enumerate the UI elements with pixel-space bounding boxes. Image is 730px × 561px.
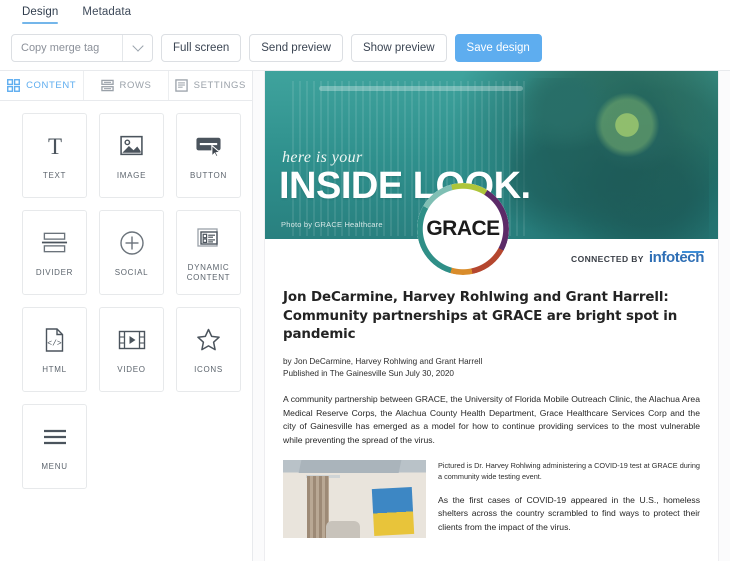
svg-text:T: T [47, 134, 61, 159]
panel-tab-bar: CONTENT ROWS SETTINGS [0, 71, 252, 101]
tile-text[interactable]: T TEXT [22, 113, 87, 198]
tile-image[interactable]: IMAGE [99, 113, 164, 198]
show-preview-button[interactable]: Show preview [350, 34, 447, 62]
connected-by-infotech: CONNECTED BY infotech [571, 249, 704, 266]
article-byline-published: Published in The Gainesville Sun July 30… [283, 368, 454, 378]
content-sidebar: CONTENT ROWS SETTINGS T TEXT IMAGE BUTTO… [0, 71, 253, 561]
save-design-button[interactable]: Save design [454, 34, 542, 62]
menu-hamburger-icon [42, 422, 68, 452]
hero-photo-credit: Photo by GRACE Healthcare [281, 220, 383, 229]
tile-menu[interactable]: MENU [22, 404, 87, 489]
tab-metadata-label: Metadata [82, 6, 132, 18]
settings-panel-icon [174, 79, 188, 92]
copy-merge-tag-select[interactable]: Copy merge tag [11, 34, 153, 62]
content-tile-grid: T TEXT IMAGE BUTTON DIVIDER SOCIAL DYNAM… [0, 101, 252, 561]
article-paragraph-2: As the first cases of COVID-19 appeared … [438, 494, 700, 533]
tile-video-label: VIDEO [117, 364, 146, 374]
connected-by-label: CONNECTED BY [571, 254, 644, 264]
social-plus-icon [119, 228, 145, 258]
tab-design-label: Design [22, 6, 59, 18]
grace-logo: GRACE [417, 183, 509, 275]
article-paragraph-1: A community partnership between GRACE, t… [283, 394, 700, 445]
tile-text-label: TEXT [42, 170, 67, 180]
figure-poster [371, 487, 415, 537]
tile-button[interactable]: BUTTON [176, 113, 241, 198]
tile-dynamic-content[interactable]: DYNAMIC CONTENT [176, 210, 241, 295]
logo-row: GRACE CONNECTED BY infotech [265, 183, 718, 281]
panel-tab-content-label: CONTENT [26, 80, 77, 91]
figure-ceiling [298, 460, 402, 474]
html-code-icon: </> [43, 325, 66, 355]
article-figure-photo [283, 460, 426, 539]
article-headline: Jon DeCarmine, Harvey Rohlwing and Grant… [283, 290, 678, 342]
main-area: CONTENT ROWS SETTINGS T TEXT IMAGE BUTTO… [0, 70, 730, 561]
svg-text:</>: </> [47, 339, 62, 348]
tile-divider-label: DIVIDER [35, 267, 74, 277]
tab-metadata[interactable]: Metadata [82, 6, 131, 24]
tile-html[interactable]: </> HTML [22, 307, 87, 392]
article-byline-author: by Jon DeCarmine, Harvey Rohlwing and Gr… [283, 356, 483, 366]
dynamic-content-icon [196, 223, 222, 253]
button-icon [195, 131, 222, 161]
panel-tab-content[interactable]: CONTENT [0, 71, 85, 100]
text-icon: T [42, 131, 68, 161]
panel-tab-settings-label: SETTINGS [193, 80, 246, 91]
email-preview-canvas[interactable]: here is your INSIDE LOOK. Photo by GRACE… [253, 71, 730, 561]
rows-icon [100, 79, 114, 92]
toolbar: Copy merge tag Full screen Send preview … [0, 27, 730, 70]
grid-icon [7, 79, 21, 92]
hero-curtain-rod [319, 86, 524, 92]
panel-tab-rows[interactable]: ROWS [84, 71, 169, 100]
chevron-down-icon[interactable] [122, 35, 152, 61]
top-tab-bar: Design Metadata [0, 0, 730, 27]
infotech-logo: infotech [649, 249, 705, 266]
full-screen-button[interactable]: Full screen [161, 34, 242, 62]
tile-video[interactable]: VIDEO [99, 307, 164, 392]
article-byline: by Jon DeCarmine, Harvey Rohlwing and Gr… [283, 356, 700, 381]
copy-merge-tag-value: Copy merge tag [21, 42, 100, 54]
article-figure-caption: Pictured is Dr. Harvey Rohlwing administ… [438, 461, 700, 482]
tile-icons[interactable]: ICONS [176, 307, 241, 392]
panel-tab-settings[interactable]: SETTINGS [168, 71, 252, 100]
article-figure-block: Pictured is Dr. Harvey Rohlwing administ… [283, 460, 700, 539]
divider-icon [41, 228, 68, 258]
tile-social[interactable]: SOCIAL [99, 210, 164, 295]
star-icon [195, 325, 222, 355]
tile-social-label: SOCIAL [114, 267, 149, 277]
grace-logo-text: GRACE [426, 217, 500, 240]
send-preview-button[interactable]: Send preview [249, 34, 343, 62]
article-figure-text: Pictured is Dr. Harvey Rohlwing administ… [438, 460, 700, 538]
tile-html-label: HTML [42, 364, 67, 374]
tile-divider[interactable]: DIVIDER [22, 210, 87, 295]
image-icon [119, 131, 144, 161]
article-body: Jon DeCarmine, Harvey Rohlwing and Grant… [265, 289, 718, 539]
tile-menu-label: MENU [41, 461, 68, 471]
tile-button-label: BUTTON [190, 170, 227, 180]
tile-image-label: IMAGE [116, 170, 147, 180]
video-icon [118, 325, 146, 355]
infotech-underline [682, 251, 704, 253]
email-preview-page: here is your INSIDE LOOK. Photo by GRACE… [264, 71, 719, 561]
tile-dynamic-content-label: DYNAMIC CONTENT [186, 262, 231, 282]
hero-sunflower-mural [589, 87, 664, 162]
tab-design[interactable]: Design [22, 6, 59, 24]
figure-furniture [325, 521, 361, 539]
tile-icons-label: ICONS [194, 364, 223, 374]
panel-tab-rows-label: ROWS [119, 80, 152, 91]
